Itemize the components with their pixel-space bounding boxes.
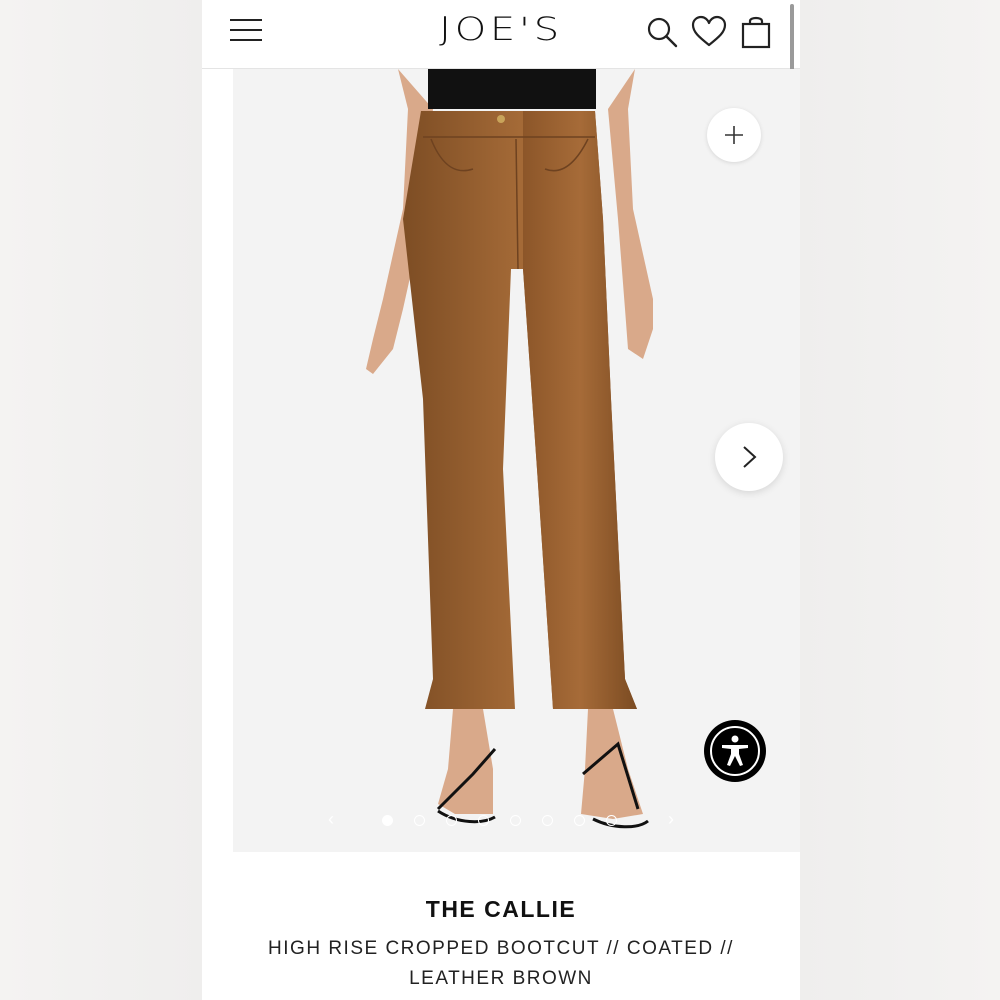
accessibility-button[interactable] (704, 720, 766, 782)
gallery-pagination: ‹ › (328, 809, 688, 831)
mobile-page: JOE'S ‹ › THE CALLIE HIGH RISE CROPPED B… (202, 0, 800, 1000)
zoom-button[interactable] (707, 108, 761, 162)
pagination-dot[interactable] (542, 815, 553, 826)
product-title: THE CALLIE (425, 896, 577, 922)
product-subtitle-line-2: LEATHER BROWN (409, 968, 593, 989)
pagination-dot[interactable] (478, 815, 489, 826)
pagination-dot[interactable] (606, 815, 617, 826)
search-icon[interactable] (644, 14, 680, 50)
product-image-gallery[interactable]: ‹ › (233, 69, 800, 852)
chevron-right-small-icon[interactable]: › (668, 809, 674, 830)
chevron-left-icon[interactable]: ‹ (328, 809, 334, 830)
product-subtitle-line-1: HIGH RISE CROPPED BOOTCUT // COATED // (268, 938, 734, 959)
accessibility-icon (710, 726, 760, 776)
pagination-dot[interactable] (574, 815, 585, 826)
product-subtitle: HIGH RISE CROPPED BOOTCUT // COATED // L… (252, 934, 750, 994)
shopping-bag-icon[interactable] (738, 14, 774, 50)
next-image-button[interactable] (715, 423, 783, 491)
chevron-right-icon (743, 446, 757, 468)
site-header: JOE'S (202, 0, 800, 69)
background-left (0, 0, 202, 1000)
pagination-dot[interactable] (510, 815, 521, 826)
plus-icon (725, 126, 743, 144)
pagination-dot[interactable] (446, 815, 457, 826)
pagination-dot[interactable] (382, 815, 393, 826)
background-right (800, 0, 1000, 1000)
pagination-dot[interactable] (414, 815, 425, 826)
heart-icon[interactable] (691, 14, 727, 50)
